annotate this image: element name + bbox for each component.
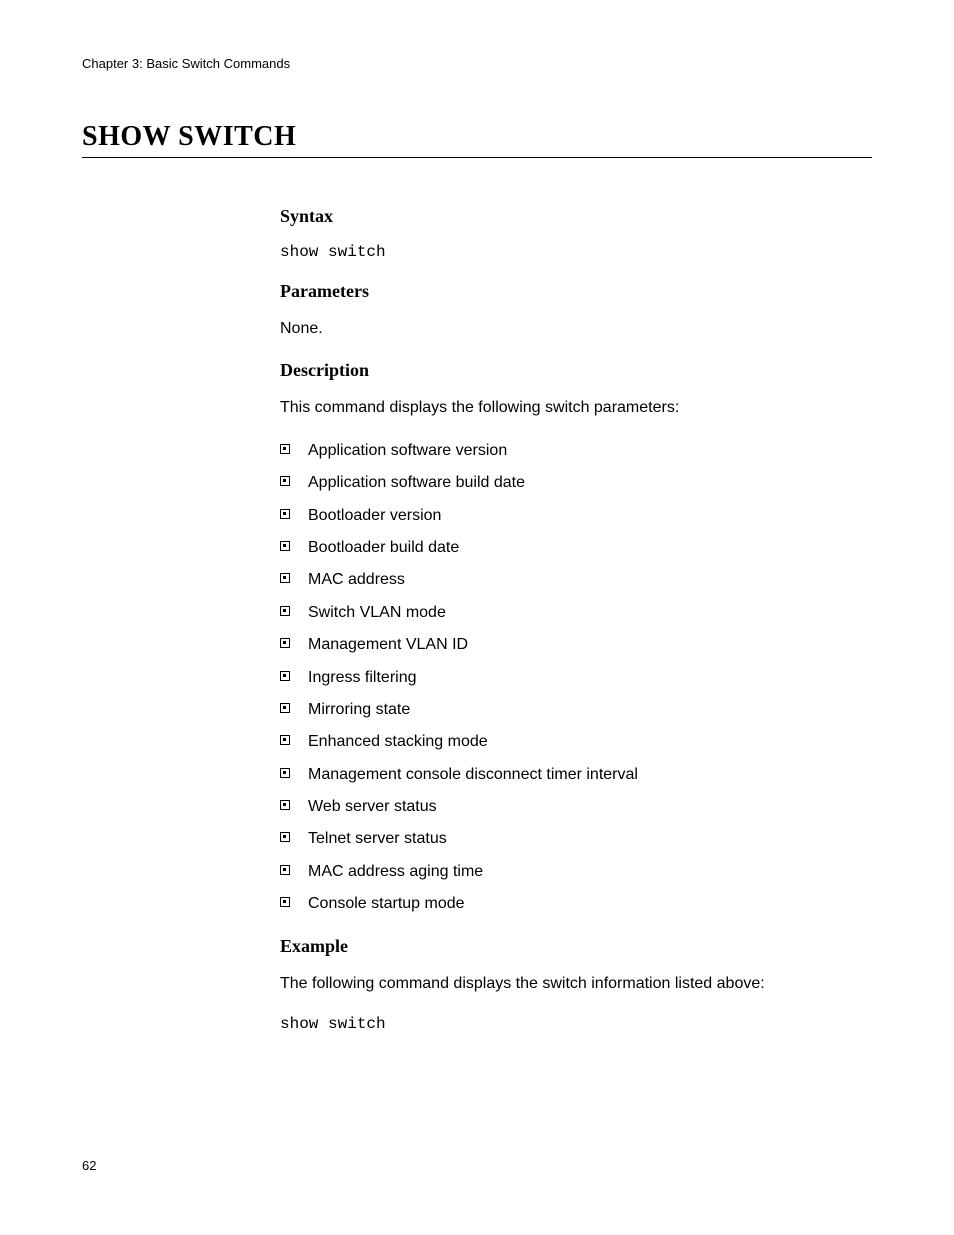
list-item-text: Ingress filtering bbox=[308, 667, 417, 689]
list-item-text: Management VLAN ID bbox=[308, 634, 468, 656]
list-item: Bootloader version bbox=[280, 505, 840, 527]
syntax-heading: Syntax bbox=[280, 206, 840, 227]
bullet-icon bbox=[280, 638, 290, 648]
document-page: Chapter 3: Basic Switch Commands Show Sw… bbox=[0, 0, 954, 1033]
list-item-text: MAC address bbox=[308, 569, 405, 591]
description-list: Application software version Application… bbox=[280, 440, 840, 916]
list-item-text: Application software version bbox=[308, 440, 507, 462]
bullet-icon bbox=[280, 541, 290, 551]
bullet-icon bbox=[280, 800, 290, 810]
bullet-icon bbox=[280, 735, 290, 745]
bullet-icon bbox=[280, 444, 290, 454]
chapter-header: Chapter 3: Basic Switch Commands bbox=[82, 56, 872, 71]
list-item: Switch VLAN mode bbox=[280, 602, 840, 624]
bullet-icon bbox=[280, 509, 290, 519]
list-item: Telnet server status bbox=[280, 828, 840, 850]
syntax-code: show switch bbox=[280, 243, 840, 261]
list-item: Management VLAN ID bbox=[280, 634, 840, 656]
example-heading: Example bbox=[280, 936, 840, 957]
list-item-text: Switch VLAN mode bbox=[308, 602, 446, 624]
list-item-text: Mirroring state bbox=[308, 699, 410, 721]
list-item-text: Telnet server status bbox=[308, 828, 447, 850]
bullet-icon bbox=[280, 476, 290, 486]
bullet-icon bbox=[280, 671, 290, 681]
page-title: Show Switch bbox=[82, 121, 872, 158]
description-heading: Description bbox=[280, 360, 840, 381]
list-item-text: Bootloader version bbox=[308, 505, 441, 527]
list-item-text: Enhanced stacking mode bbox=[308, 731, 488, 753]
list-item: MAC address bbox=[280, 569, 840, 591]
list-item: Web server status bbox=[280, 796, 840, 818]
list-item: Application software build date bbox=[280, 472, 840, 494]
parameters-text: None. bbox=[280, 318, 840, 340]
parameters-heading: Parameters bbox=[280, 281, 840, 302]
bullet-icon bbox=[280, 865, 290, 875]
list-item-text: Console startup mode bbox=[308, 893, 465, 915]
bullet-icon bbox=[280, 703, 290, 713]
list-item: Mirroring state bbox=[280, 699, 840, 721]
list-item-text: MAC address aging time bbox=[308, 861, 483, 883]
example-text: The following command displays the switc… bbox=[280, 973, 840, 995]
bullet-icon bbox=[280, 832, 290, 842]
list-item-text: Web server status bbox=[308, 796, 437, 818]
content-body: Syntax show switch Parameters None. Desc… bbox=[280, 206, 840, 1033]
list-item: Ingress filtering bbox=[280, 667, 840, 689]
bullet-icon bbox=[280, 606, 290, 616]
bullet-icon bbox=[280, 573, 290, 583]
list-item-text: Application software build date bbox=[308, 472, 525, 494]
list-item: Bootloader build date bbox=[280, 537, 840, 559]
bullet-icon bbox=[280, 897, 290, 907]
description-intro: This command displays the following swit… bbox=[280, 397, 840, 419]
list-item: Application software version bbox=[280, 440, 840, 462]
list-item: Console startup mode bbox=[280, 893, 840, 915]
bullet-icon bbox=[280, 768, 290, 778]
list-item-text: Management console disconnect timer inte… bbox=[308, 764, 638, 786]
list-item-text: Bootloader build date bbox=[308, 537, 459, 559]
list-item: Management console disconnect timer inte… bbox=[280, 764, 840, 786]
example-code: show switch bbox=[280, 1015, 840, 1033]
list-item: Enhanced stacking mode bbox=[280, 731, 840, 753]
page-number: 62 bbox=[82, 1158, 96, 1173]
list-item: MAC address aging time bbox=[280, 861, 840, 883]
